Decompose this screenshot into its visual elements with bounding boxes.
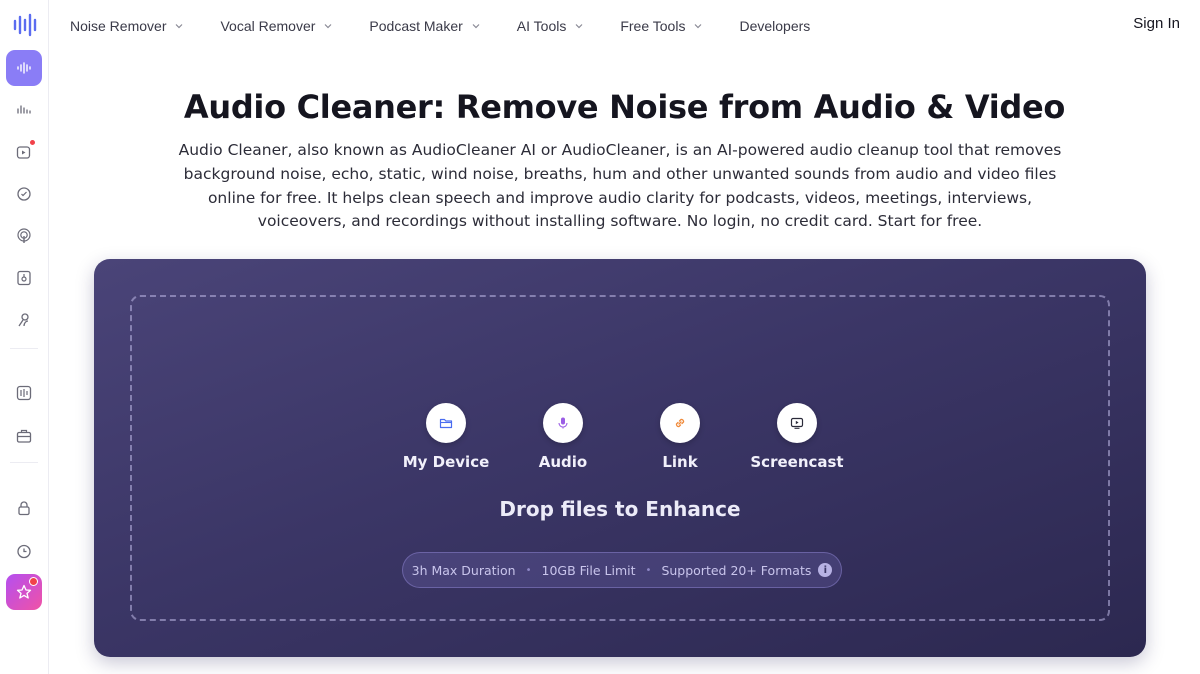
nav-label: Vocal Remover [220, 18, 316, 34]
chevron-down-icon [575, 24, 583, 29]
nav-vocal-remover[interactable]: Vocal Remover [220, 18, 333, 34]
sidebar-item-toolbox[interactable] [6, 418, 42, 454]
nav-label: Free Tools [620, 18, 686, 34]
logo-icon[interactable] [12, 12, 38, 38]
nav-developers[interactable]: Developers [739, 18, 810, 34]
source-button[interactable] [543, 403, 583, 443]
notification-dot [29, 139, 36, 146]
source-label: Link [662, 453, 698, 471]
voice-icon [18, 313, 29, 327]
upload-panel: My Device Audio Link Screencast Drop fil… [94, 259, 1146, 657]
source-my-device[interactable]: My Device [386, 403, 506, 471]
sidebar-item-audio-cleaner[interactable] [6, 50, 42, 86]
nav-podcast-maker[interactable]: Podcast Maker [369, 18, 480, 34]
drop-files-text: Drop files to Enhance [499, 497, 741, 521]
nav-noise-remover[interactable]: Noise Remover [70, 18, 184, 34]
file-limits-pill: 3h Max Duration • 10GB File Limit • Supp… [402, 552, 842, 588]
source-label: Screencast [750, 453, 844, 471]
top-navigation: Noise Remover Vocal Remover Podcast Make… [70, 14, 846, 38]
waveform-icon [17, 62, 31, 74]
sidebar-item-video[interactable] [6, 134, 42, 170]
lock-icon [18, 501, 30, 516]
chevron-down-icon [472, 24, 480, 29]
page-title: Audio Cleaner: Remove Noise from Audio &… [183, 88, 1066, 126]
sign-in-link[interactable]: Sign In [1133, 15, 1180, 32]
screen-icon [790, 417, 804, 429]
audio-enhance-icon [17, 105, 31, 114]
star-icon [16, 584, 32, 599]
sidebar-item-premium[interactable] [6, 574, 42, 610]
left-sidebar [0, 0, 49, 674]
toolbox-icon [16, 429, 32, 443]
nav-label: AI Tools [516, 18, 567, 34]
link-icon [675, 418, 685, 428]
separator-dot: • [645, 564, 652, 576]
speed-icon [17, 187, 31, 201]
source-screencast[interactable]: Screencast [737, 403, 857, 471]
sidebar-item-speed[interactable] [6, 176, 42, 212]
source-audio[interactable]: Audio [503, 403, 623, 471]
nav-free-tools[interactable]: Free Tools [620, 18, 703, 34]
limit-formats: Supported 20+ Formats [661, 562, 812, 578]
source-button[interactable] [426, 403, 466, 443]
sidebar-item-podcast[interactable] [6, 218, 42, 254]
file-audio-icon [17, 270, 31, 286]
history-icon [17, 544, 31, 559]
sidebar-item-file-audio[interactable] [6, 260, 42, 296]
podcast-icon [17, 228, 31, 243]
chevron-down-icon [176, 24, 183, 29]
folder-icon [439, 418, 453, 429]
nav-ai-tools[interactable]: AI Tools [517, 18, 585, 34]
sidebar-item-equalizer[interactable] [6, 375, 42, 411]
limit-file-size: 10GB File Limit [541, 562, 636, 578]
chevron-down-icon [324, 24, 332, 29]
info-icon[interactable]: i [818, 563, 833, 577]
nav-label: Noise Remover [70, 18, 167, 34]
nav-label: Podcast Maker [369, 18, 463, 34]
source-button[interactable] [660, 403, 700, 443]
nav-label: Developers [739, 18, 811, 34]
microphone-icon [558, 417, 568, 429]
sidebar-divider [10, 462, 38, 463]
source-link[interactable]: Link [620, 403, 740, 471]
separator-dot: • [525, 564, 532, 576]
sidebar-item-audio-enhance[interactable] [6, 92, 42, 128]
source-label: Audio [538, 453, 588, 471]
source-label: My Device [402, 453, 490, 471]
sidebar-item-voice[interactable] [6, 302, 42, 338]
sidebar-item-history[interactable] [6, 533, 42, 569]
limit-duration: 3h Max Duration [411, 562, 516, 578]
source-button[interactable] [777, 403, 817, 443]
notification-dot [29, 577, 38, 586]
sidebar-item-lock[interactable] [6, 490, 42, 526]
chevron-down-icon [695, 24, 702, 29]
equalizer-icon [16, 385, 32, 401]
page-description: Audio Cleaner, also known as AudioCleane… [178, 141, 1062, 231]
sidebar-divider [10, 348, 38, 349]
file-dropzone[interactable]: My Device Audio Link Screencast Drop fil… [130, 295, 1110, 621]
